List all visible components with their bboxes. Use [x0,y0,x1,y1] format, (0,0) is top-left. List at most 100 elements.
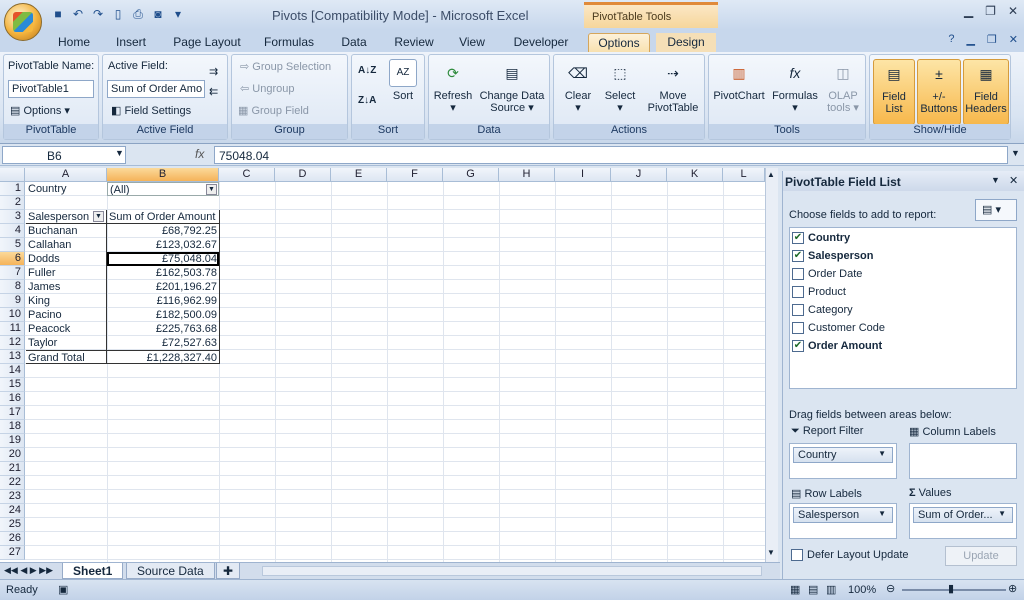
row-header-12[interactable]: 12 [0,336,25,350]
select-all-corner[interactable] [0,168,25,182]
row-header-3[interactable]: 3 [0,210,25,224]
zoom-out-icon[interactable]: ⊖ [886,582,895,595]
tab-insert[interactable]: Insert [108,33,154,52]
row-header-13[interactable]: 13 [0,350,25,364]
view-page-break-icon[interactable]: ▥ [826,583,836,596]
field-checkbox[interactable]: ✔ [792,250,804,262]
restore-workbook-icon[interactable]: ❐ [987,33,997,46]
row-header-24[interactable]: 24 [0,504,25,518]
zoom-in-icon[interactable]: ⊕ [1008,582,1017,595]
defer-layout-checkbox[interactable]: Defer Layout Update [791,549,909,561]
pivot-row-value[interactable]: £123,032.67 [107,238,219,252]
collapse-field-icon[interactable]: ⇇ [209,85,218,98]
fx-icon[interactable]: fx [195,147,204,161]
pivot-row-value[interactable]: £162,503.78 [107,266,219,280]
formula-input[interactable]: 75048.04 [214,146,1008,164]
row-header-9[interactable]: 9 [0,294,25,308]
worksheet-grid[interactable]: A B C D E F G H I J K L 1 2 3 4 5 6 7 8 9 10 11 12 1… [0,168,778,562]
view-normal-icon[interactable]: ▦ [790,583,800,596]
row-chip[interactable]: Salesperson ▼ [793,507,893,523]
row-header-6[interactable]: 6 [0,252,25,266]
row-chip-dropdown-icon[interactable]: ▼ [878,509,886,518]
pivot-row-label[interactable]: King [26,294,106,308]
customize-qat-icon[interactable]: ▾ [170,6,186,22]
minimize-icon[interactable]: ▁ [964,4,973,18]
pivot-row-value[interactable]: £116,962.99 [107,294,219,308]
row-header-26[interactable]: 26 [0,532,25,546]
expand-field-icon[interactable]: ⇉ [209,65,218,78]
tab-data[interactable]: Data [334,33,374,52]
field-settings-button[interactable]: ◧ Field Settings [111,104,191,117]
values-chip-dropdown-icon[interactable]: ▼ [998,509,1006,518]
row-header-17[interactable]: 17 [0,406,25,420]
column-labels-area[interactable] [909,443,1017,479]
row-header-23[interactable]: 23 [0,490,25,504]
camera-icon[interactable]: ◙ [150,6,166,22]
row-header-10[interactable]: 10 [0,308,25,322]
tab-page-layout[interactable]: Page Layout [170,33,244,52]
panel-close-icon[interactable]: ✕ [1009,174,1018,187]
tab-formulas[interactable]: Formulas [258,33,320,52]
field-item[interactable]: Order Date [792,266,862,282]
pivot-row-label[interactable]: Pacino [26,308,106,322]
tab-developer[interactable]: Developer [506,33,576,52]
pivotchart-button[interactable]: ▥ PivotChart [711,59,767,102]
filter-label-cell[interactable]: Country [26,182,106,196]
filter-chip[interactable]: Country ▼ [793,447,893,463]
ungroup-button[interactable]: ⇦ Ungroup [240,82,294,95]
change-data-source-button[interactable]: ▤ Change Data Source ▾ [477,59,547,114]
row-labels-dropdown-icon[interactable]: ▼ [93,211,104,222]
tab-design[interactable]: Design [656,33,716,52]
vertical-scrollbar[interactable]: ▲ ▼ [765,168,778,562]
field-item[interactable]: ✔ Order Amount [792,338,882,354]
pivot-row-label[interactable]: Callahan [26,238,106,252]
tab-review[interactable]: Review [388,33,440,52]
select-button[interactable]: ⬚ Select ▾ [600,59,640,114]
column-header-h[interactable]: H [499,168,555,182]
field-item[interactable]: Product [792,284,846,300]
pivot-row-label[interactable]: James [26,280,106,294]
column-header-i[interactable]: I [555,168,611,182]
filter-chip-dropdown-icon[interactable]: ▼ [878,449,886,458]
sort-button[interactable]: AZ Sort [386,59,420,102]
filter-value-cell[interactable]: (All) ▼ [107,182,219,196]
insert-sheet-icon[interactable]: ✚ [216,563,241,579]
close-icon[interactable]: ✕ [1008,4,1018,18]
redo-icon[interactable]: ↷ [90,6,106,22]
row-header-5[interactable]: 5 [0,238,25,252]
pivot-row-value[interactable]: £201,196.27 [107,280,219,294]
restore-icon[interactable]: ❐ [985,4,996,18]
row-header-7[interactable]: 7 [0,266,25,280]
active-field-input[interactable]: Sum of Order Amo [107,80,205,98]
row-header-14[interactable]: 14 [0,364,25,378]
row-header-4[interactable]: 4 [0,224,25,238]
zoom-level[interactable]: 100% [848,584,876,596]
field-list-button[interactable]: ▤ Field List [873,59,915,125]
name-box-dropdown-icon[interactable]: ▼ [115,148,124,158]
layout-options-button[interactable]: ▤ ▾ [975,199,1017,221]
olap-tools-button[interactable]: ◫ OLAP tools ▾ [823,59,863,114]
row-labels-area[interactable]: Salesperson ▼ [789,503,897,539]
report-filter-area[interactable]: Country ▼ [789,443,897,479]
pivot-row-label[interactable]: Buchanan [26,224,106,238]
row-header-cell[interactable]: Salesperson ▼ [26,210,106,224]
pivot-row-label[interactable]: Dodds [26,252,106,266]
sort-descending-icon[interactable]: Z↓A [358,95,376,106]
name-box[interactable]: B6 [2,146,126,164]
values-chip[interactable]: Sum of Order... ▼ [913,507,1013,523]
new-doc-icon[interactable]: ▯ [110,6,126,22]
tab-view[interactable]: View [450,33,494,52]
row-header-8[interactable]: 8 [0,280,25,294]
pivot-row-value[interactable]: £225,763.68 [107,322,219,336]
minimize-workbook-icon[interactable]: ▁ [966,33,974,46]
grand-total-value[interactable]: £1,228,327.40 [107,350,219,364]
help-icon[interactable]: ? [948,33,954,46]
row-header-27[interactable]: 27 [0,546,25,560]
update-button[interactable]: Update [945,546,1017,566]
pivot-row-label[interactable]: Taylor [26,336,106,350]
macro-record-icon[interactable]: ▣ [58,583,68,596]
field-checkbox[interactable] [792,322,804,334]
sheet-tab-source-data[interactable]: Source Data [126,563,215,579]
row-header-19[interactable]: 19 [0,434,25,448]
column-header-l[interactable]: L [723,168,765,182]
